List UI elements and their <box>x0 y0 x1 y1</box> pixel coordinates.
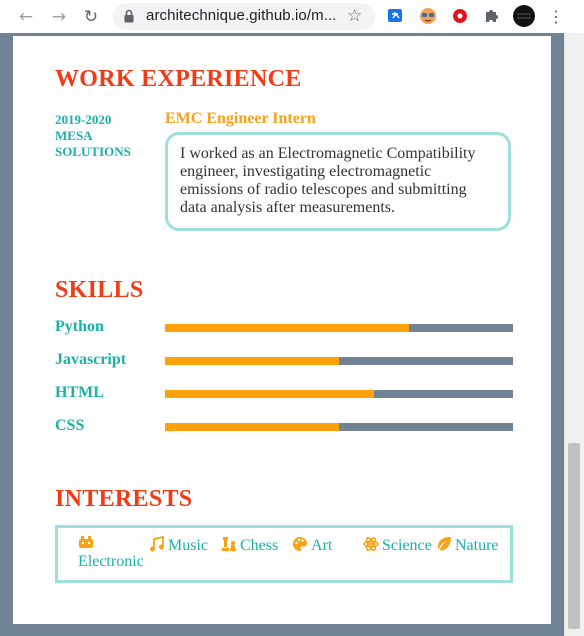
avatar-extension-icon[interactable] <box>418 6 438 26</box>
puzzle-extensions-icon[interactable] <box>482 6 502 26</box>
skill-label-html: HTML <box>55 384 104 401</box>
interest-nature: Nature <box>436 536 499 555</box>
url-text: architechnique.github.io/m... <box>146 7 337 24</box>
bookmark-star-icon[interactable]: ☆ <box>347 6 362 26</box>
page-frame: WORK EXPERIENCE 2019-2020 MESA SOLUTIONS… <box>0 33 564 636</box>
palette-icon <box>293 537 307 551</box>
translate-extension-icon[interactable] <box>386 6 406 26</box>
record-extension-icon[interactable] <box>450 6 470 26</box>
skill-label-css: CSS <box>55 417 85 434</box>
job-title: EMC Engineer Intern <box>165 110 316 127</box>
skill-bar-css <box>165 423 513 431</box>
leaf-icon <box>438 537 451 551</box>
interest-label: Chess <box>240 537 279 554</box>
work-experience-heading: WORK EXPERIENCE <box>55 66 302 92</box>
page-scrollbar[interactable] <box>564 33 584 636</box>
interest-chess: Chess <box>221 536 278 555</box>
job-meta: 2019-2020 MESA SOLUTIONS <box>55 112 145 160</box>
chess-icon <box>222 537 236 551</box>
resume-page: WORK EXPERIENCE 2019-2020 MESA SOLUTIONS… <box>13 36 551 624</box>
skills-heading: SKILLS <box>55 277 144 303</box>
skill-fill-html <box>165 390 374 398</box>
interests-heading: INTERESTS <box>55 486 193 512</box>
lock-icon <box>124 9 134 23</box>
job-description: I worked as an Electromagnetic Compatibi… <box>165 132 511 231</box>
interest-music: Music <box>149 536 208 555</box>
skill-bar-javascript <box>165 357 513 365</box>
electronics-icon <box>79 536 93 548</box>
skill-fill-javascript <box>165 357 339 365</box>
profile-avatar-icon[interactable] <box>512 4 536 28</box>
interest-science: Science <box>363 536 432 555</box>
skill-label-python: Python <box>55 318 104 335</box>
address-bar[interactable]: architechnique.github.io/m... ☆ <box>113 3 375 30</box>
interest-label: Nature <box>455 537 499 554</box>
scrollbar-thumb[interactable] <box>568 443 580 629</box>
job-company: MESA SOLUTIONS <box>55 128 131 159</box>
back-arrow-icon[interactable]: ← <box>15 6 37 28</box>
skill-fill-css <box>165 423 339 431</box>
interests-box: Electronic Music Chess Art Science Natur… <box>55 525 513 583</box>
job-period: 2019-2020 <box>55 112 112 127</box>
menu-dots-icon[interactable]: ⋮ <box>545 6 567 28</box>
reload-icon[interactable]: ↻ <box>80 6 102 28</box>
skill-bar-html <box>165 390 513 398</box>
interest-electronic: Electronic <box>78 534 144 571</box>
skill-label-javascript: Javascript <box>55 351 127 368</box>
interest-label: Art <box>311 537 333 554</box>
interest-art: Art <box>292 536 332 555</box>
forward-arrow-icon[interactable]: → <box>48 6 70 28</box>
browser-toolbar: ← → ↻ architechnique.github.io/m... ☆ ⋮ <box>0 0 584 34</box>
music-icon <box>150 536 164 552</box>
interest-label: Music <box>168 537 208 554</box>
interest-label: Electronic <box>78 553 144 570</box>
interest-label: Science <box>382 537 432 554</box>
atom-icon <box>363 537 379 551</box>
skill-fill-python <box>165 324 409 332</box>
skill-bar-python <box>165 324 513 332</box>
